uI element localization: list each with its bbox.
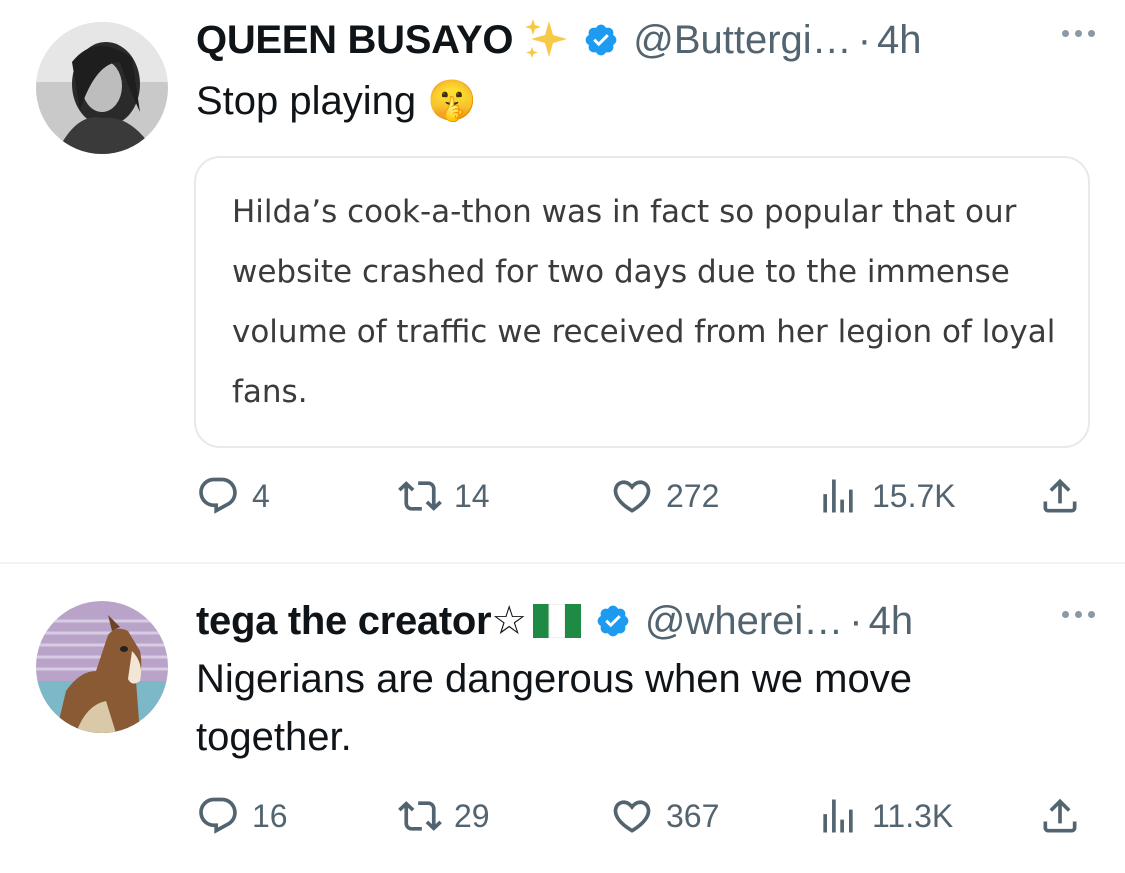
- heart-icon: [610, 474, 654, 518]
- separator-dot: ·: [857, 17, 872, 62]
- sparkles-icon: [523, 17, 569, 63]
- avatar[interactable]: [36, 22, 168, 154]
- tweet[interactable]: tega the creator☆ @wherei… · 4h Nigerian…: [0, 565, 1125, 873]
- like-count: 367: [666, 797, 720, 834]
- views-button[interactable]: 15.7K: [816, 468, 956, 524]
- reply-button[interactable]: 16: [196, 788, 288, 844]
- tweet-text: Nigerians are dangerous when we move tog…: [196, 657, 912, 759]
- display-name[interactable]: tega the creator☆: [196, 598, 527, 644]
- views-icon: [816, 474, 860, 518]
- display-name[interactable]: QUEEN BUSAYO: [196, 18, 514, 63]
- divider: [0, 562, 1125, 564]
- share-button[interactable]: [1038, 788, 1082, 844]
- share-icon: [1038, 794, 1082, 838]
- tweet[interactable]: QUEEN BUSAYO @Buttergi… · 4h Stop playin…: [0, 0, 1125, 562]
- separator-dot: ·: [849, 598, 863, 643]
- reply-count: 16: [252, 797, 288, 834]
- retweet-button[interactable]: 14: [398, 468, 490, 524]
- retweet-icon: [398, 474, 442, 518]
- retweet-button[interactable]: 29: [398, 788, 490, 844]
- reply-icon: [196, 794, 240, 838]
- more-options-icon[interactable]: [1062, 30, 1095, 37]
- like-count: 272: [666, 477, 720, 514]
- reply-count: 4: [252, 477, 270, 514]
- nigeria-flag-icon: [532, 604, 581, 638]
- tweet-text: Stop playing 🤫: [196, 79, 478, 123]
- more-options-icon[interactable]: [1062, 611, 1095, 618]
- views-count: 15.7K: [872, 477, 956, 514]
- reply-icon: [196, 474, 240, 518]
- verified-badge-icon: [583, 22, 619, 58]
- retweet-icon: [398, 794, 442, 838]
- tweet-header: QUEEN BUSAYO @Buttergi… · 4h: [196, 16, 1095, 64]
- verified-badge-icon: [595, 603, 631, 639]
- timestamp[interactable]: 4h: [877, 18, 922, 63]
- tweet-actions: 16 29 367 11.3K: [196, 788, 1088, 844]
- user-handle[interactable]: @Buttergi…: [633, 18, 851, 63]
- like-button[interactable]: 272: [610, 468, 719, 524]
- user-handle[interactable]: @wherei…: [645, 599, 843, 644]
- share-button[interactable]: [1038, 468, 1082, 524]
- quoted-content[interactable]: Hilda’s cook-a-thon was in fact so popul…: [194, 156, 1090, 448]
- tweet-actions: 4 14 272 15.7K: [196, 468, 1088, 524]
- like-button[interactable]: 367: [610, 788, 719, 844]
- retweet-count: 14: [454, 477, 490, 514]
- quoted-text: Hilda’s cook-a-thon was in fact so popul…: [232, 194, 1056, 410]
- views-count: 11.3K: [872, 797, 954, 834]
- share-icon: [1038, 474, 1082, 518]
- timestamp[interactable]: 4h: [869, 599, 914, 644]
- avatar[interactable]: [36, 601, 168, 733]
- retweet-count: 29: [454, 797, 490, 834]
- tweet-header: tega the creator☆ @wherei… · 4h: [196, 597, 1095, 645]
- reply-button[interactable]: 4: [196, 468, 270, 524]
- heart-icon: [610, 794, 654, 838]
- views-icon: [816, 794, 860, 838]
- views-button[interactable]: 11.3K: [816, 788, 953, 844]
